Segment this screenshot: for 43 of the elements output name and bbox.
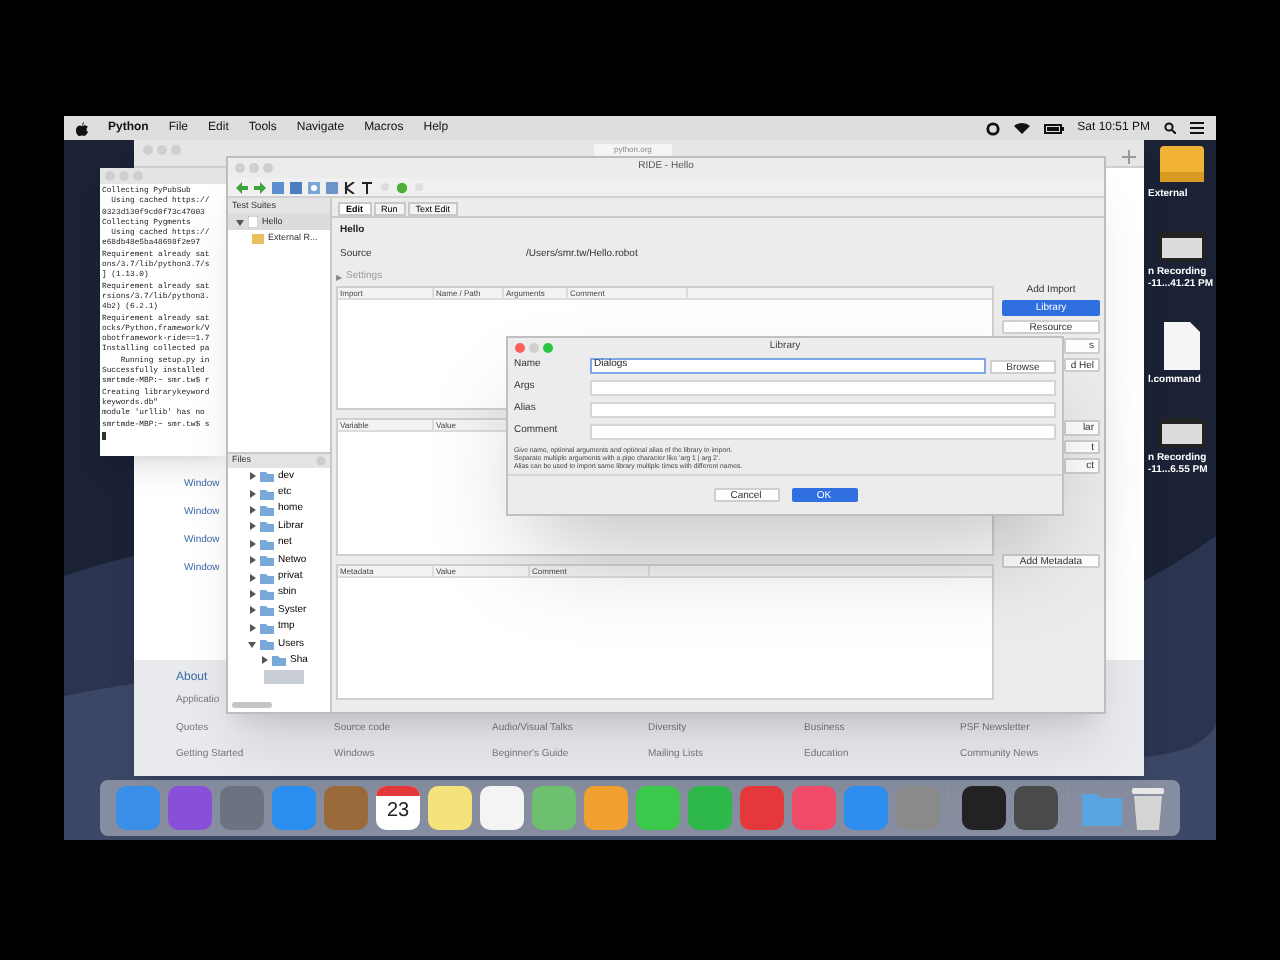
back-arrow-icon[interactable]	[236, 181, 248, 193]
caret-right-icon[interactable]	[248, 573, 256, 582]
caret-right-icon[interactable]	[248, 489, 256, 498]
caret-right-icon[interactable]	[260, 656, 268, 665]
screenshot-icon[interactable]	[1158, 232, 1206, 262]
menu-icon[interactable]	[1190, 122, 1204, 134]
app-icon[interactable]	[1014, 786, 1058, 830]
text-cursor	[102, 431, 106, 440]
text-field[interactable]	[590, 402, 1056, 418]
caret-right-icon[interactable]	[248, 539, 256, 548]
forward-arrow-icon[interactable]	[254, 181, 266, 193]
status-circle-icon[interactable]	[985, 121, 1000, 135]
text-field[interactable]	[590, 424, 1056, 440]
caret-right-icon[interactable]	[248, 505, 256, 514]
plus-icon[interactable]	[1122, 150, 1136, 164]
trash-icon[interactable]	[1132, 786, 1164, 830]
caret-right-icon[interactable]	[248, 556, 256, 565]
caret-right-icon[interactable]	[248, 589, 256, 598]
document-icon[interactable]	[1164, 322, 1200, 370]
wifi-icon[interactable]	[1013, 122, 1030, 134]
t-letter-icon[interactable]	[362, 181, 374, 193]
resource-icon	[252, 232, 264, 244]
caret-right-icon[interactable]	[248, 522, 256, 531]
scrollbar[interactable]	[232, 702, 272, 708]
window-controls-icon[interactable]	[514, 341, 554, 353]
text-field[interactable]	[590, 380, 1056, 396]
caret-right-icon[interactable]	[248, 623, 256, 632]
k-letter-icon[interactable]	[344, 181, 356, 193]
app-icon[interactable]	[962, 786, 1006, 830]
file-icon	[248, 216, 258, 228]
search-icon[interactable]	[1164, 122, 1176, 134]
calendar-icon[interactable]: 23	[376, 786, 420, 830]
apple-icon[interactable]	[76, 121, 88, 135]
app-icon[interactable]	[480, 786, 524, 830]
screenshot-icon[interactable]	[1158, 418, 1206, 448]
battery-icon[interactable]	[1043, 123, 1064, 133]
caret-right-icon[interactable]	[248, 472, 256, 481]
caret-right-icon[interactable]	[248, 606, 256, 615]
drive-icon[interactable]	[1158, 144, 1206, 184]
caret-down-icon[interactable]	[236, 218, 244, 226]
app-icon[interactable]	[428, 786, 472, 830]
caret-down-icon[interactable]	[248, 640, 256, 649]
gear-icon[interactable]	[396, 181, 408, 193]
